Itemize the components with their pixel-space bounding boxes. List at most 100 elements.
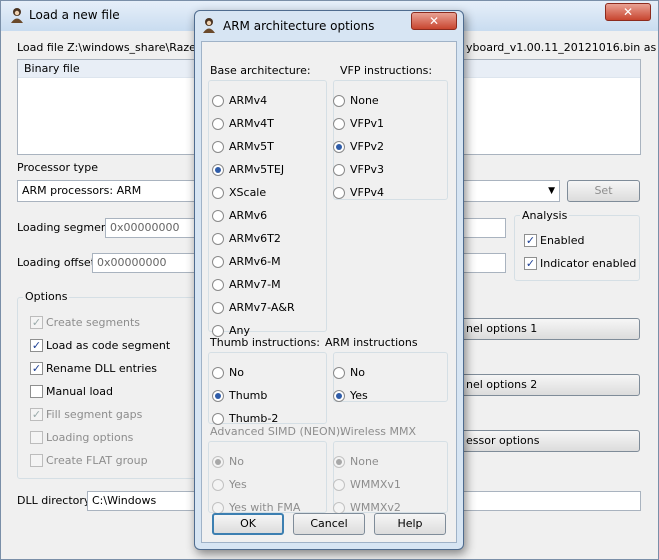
fill-segment-gaps-label: Fill segment gaps bbox=[46, 408, 143, 421]
base-arch-radio-armv4t[interactable] bbox=[212, 118, 224, 130]
load-file-label: Load file Z:\windows_share\RazerDe bbox=[17, 41, 216, 54]
base-arch-radio-armv6-m[interactable] bbox=[212, 256, 224, 268]
kernel-options-1-label: nel options 1 bbox=[466, 322, 538, 335]
base-arch-radio-armv6t2[interactable] bbox=[212, 233, 224, 245]
vfp-label-none: None bbox=[350, 94, 379, 107]
simd-radio-yes[interactable] bbox=[212, 479, 224, 491]
thumb-label-thumb-2: Thumb-2 bbox=[229, 412, 279, 425]
vfp-label-vfpv3: VFPv3 bbox=[350, 163, 384, 176]
indicator-enabled-checkbox[interactable]: ✓ bbox=[524, 257, 537, 270]
manual-load-label: Manual load bbox=[46, 385, 113, 398]
loading-segment-value: 0x00000000 bbox=[110, 221, 180, 234]
close-icon[interactable]: ✕ bbox=[411, 12, 457, 30]
manual-load-checkbox[interactable] bbox=[30, 385, 43, 398]
base-arch-radio-armv5t[interactable] bbox=[212, 141, 224, 153]
base-arch-label-armv5tej: ARMv5TEJ bbox=[229, 163, 285, 176]
vfp-title: VFP instructions: bbox=[340, 64, 433, 77]
loading-options-label: Loading options bbox=[46, 431, 134, 444]
loading-offset-label: Loading offset bbox=[17, 256, 96, 269]
base-arch-radio-armv6[interactable] bbox=[212, 210, 224, 222]
base-arch-label-armv6-m: ARMv6-M bbox=[229, 255, 281, 268]
create-segments-checkbox[interactable]: ✓ bbox=[30, 316, 43, 329]
fill-segment-gaps-checkbox[interactable]: ✓ bbox=[30, 408, 43, 421]
base-arch-label-armv4: ARMv4 bbox=[229, 94, 268, 107]
indicator-enabled-label: Indicator enabled bbox=[540, 257, 637, 270]
load-file-suffix: yboard_v1.00.11_20121016.bin as bbox=[466, 41, 657, 54]
load-as-code-segment-checkbox[interactable]: ✓ bbox=[30, 339, 43, 352]
thumb-label-thumb: Thumb bbox=[229, 389, 268, 402]
analysis-title: Analysis bbox=[520, 209, 570, 222]
loading-options-checkbox[interactable] bbox=[30, 431, 43, 444]
vfp-radio-vfpv4[interactable] bbox=[333, 187, 345, 199]
thumb-radio-no[interactable] bbox=[212, 367, 224, 379]
vfp-radio-none[interactable] bbox=[333, 95, 345, 107]
create-flat-group-label: Create FLAT group bbox=[46, 454, 148, 467]
arm-title: ARM instructions bbox=[325, 336, 418, 349]
thumb-label-no: No bbox=[229, 366, 244, 379]
processor-type-label: Processor type bbox=[17, 161, 99, 174]
dialog-title: ARM architecture options bbox=[223, 19, 375, 33]
arm-radio-yes[interactable] bbox=[333, 390, 345, 402]
dll-directory-label: DLL directory bbox=[17, 494, 91, 507]
base-arch-label-armv5t: ARMv5T bbox=[229, 140, 274, 153]
create-segments-label: Create segments bbox=[46, 316, 141, 329]
base-arch-title: Base architecture: bbox=[210, 64, 311, 77]
arm-label-yes: Yes bbox=[350, 389, 368, 402]
simd-label-yes: Yes bbox=[229, 478, 247, 491]
base-arch-radio-armv7-a-r[interactable] bbox=[212, 302, 224, 314]
thumb-title: Thumb instructions: bbox=[210, 336, 320, 349]
list-item-label: Binary file bbox=[24, 62, 80, 75]
vfp-label-vfpv1: VFPv1 bbox=[350, 117, 384, 130]
set-button[interactable]: Set bbox=[567, 180, 640, 202]
mmx-label-none: None bbox=[350, 455, 379, 468]
arm-label-no: No bbox=[350, 366, 365, 379]
ida-icon bbox=[201, 17, 217, 33]
thumb-radio-thumb[interactable] bbox=[212, 390, 224, 402]
base-arch-label-armv6: ARMv6 bbox=[229, 209, 268, 222]
processor-options-label: essor options bbox=[466, 434, 540, 447]
kernel-options-2-label: nel options 2 bbox=[466, 378, 538, 391]
cancel-button[interactable]: Cancel bbox=[293, 513, 365, 535]
help-button[interactable]: Help bbox=[374, 513, 446, 535]
simd-radio-no[interactable] bbox=[212, 456, 224, 468]
enabled-checkbox[interactable]: ✓ bbox=[524, 234, 537, 247]
enabled-label: Enabled bbox=[540, 234, 585, 247]
dropdown-arrow-icon: ▼ bbox=[548, 186, 555, 196]
rename-dll-entries-checkbox[interactable]: ✓ bbox=[30, 362, 43, 375]
vfp-radio-vfpv3[interactable] bbox=[333, 164, 345, 176]
mmx-title: Wireless MMX bbox=[340, 425, 417, 438]
arm-radio-no[interactable] bbox=[333, 367, 345, 379]
mmx-radio-none[interactable] bbox=[333, 456, 345, 468]
arm-options-dialog: ARM architecture options ✕ Base architec… bbox=[194, 10, 464, 550]
mmx-label-wmmxv1: WMMXv1 bbox=[350, 478, 401, 491]
base-arch-label-armv7-m: ARMv7-M bbox=[229, 278, 281, 291]
base-arch-label-armv6t2: ARMv6T2 bbox=[229, 232, 281, 245]
create-flat-group-checkbox[interactable] bbox=[30, 454, 43, 467]
thumb-radio-thumb-2[interactable] bbox=[212, 413, 224, 425]
base-arch-label-armv4t: ARMv4T bbox=[229, 117, 274, 130]
load-as-code-segment-label: Load as code segment bbox=[46, 339, 171, 352]
base-arch-radio-armv7-m[interactable] bbox=[212, 279, 224, 291]
processor-value: ARM processors: ARM bbox=[22, 184, 142, 197]
ok-button[interactable]: OK bbox=[212, 513, 284, 535]
window-title: Load a new file bbox=[29, 8, 120, 22]
base-arch-radio-armv5tej[interactable] bbox=[212, 164, 224, 176]
base-arch-radio-xscale[interactable] bbox=[212, 187, 224, 199]
simd-title: Advanced SIMD (NEON): bbox=[210, 425, 344, 438]
options-title: Options bbox=[23, 290, 70, 303]
simd-label-no: No bbox=[229, 455, 244, 468]
rename-dll-entries-label: Rename DLL entries bbox=[46, 362, 157, 375]
base-arch-label-xscale: XScale bbox=[229, 186, 267, 199]
analysis-group bbox=[514, 215, 640, 281]
base-arch-radio-armv4[interactable] bbox=[212, 95, 224, 107]
mmx-radio-wmmxv1[interactable] bbox=[333, 479, 345, 491]
vfp-label-vfpv2: VFPv2 bbox=[350, 140, 384, 153]
close-icon[interactable]: ✕ bbox=[605, 3, 651, 21]
dialog-body: Base architecture: ARMv4 ARMv4T ARMv5T ARMv… bbox=[201, 41, 457, 543]
ida-icon bbox=[9, 7, 25, 23]
vfp-radio-vfpv1[interactable] bbox=[333, 118, 345, 130]
loading-segment-label: Loading segment bbox=[17, 221, 113, 234]
loading-offset-value: 0x00000000 bbox=[97, 256, 167, 269]
vfp-radio-vfpv2[interactable] bbox=[333, 141, 345, 153]
base-arch-label-armv7-a-r: ARMv7-A&R bbox=[229, 301, 295, 314]
